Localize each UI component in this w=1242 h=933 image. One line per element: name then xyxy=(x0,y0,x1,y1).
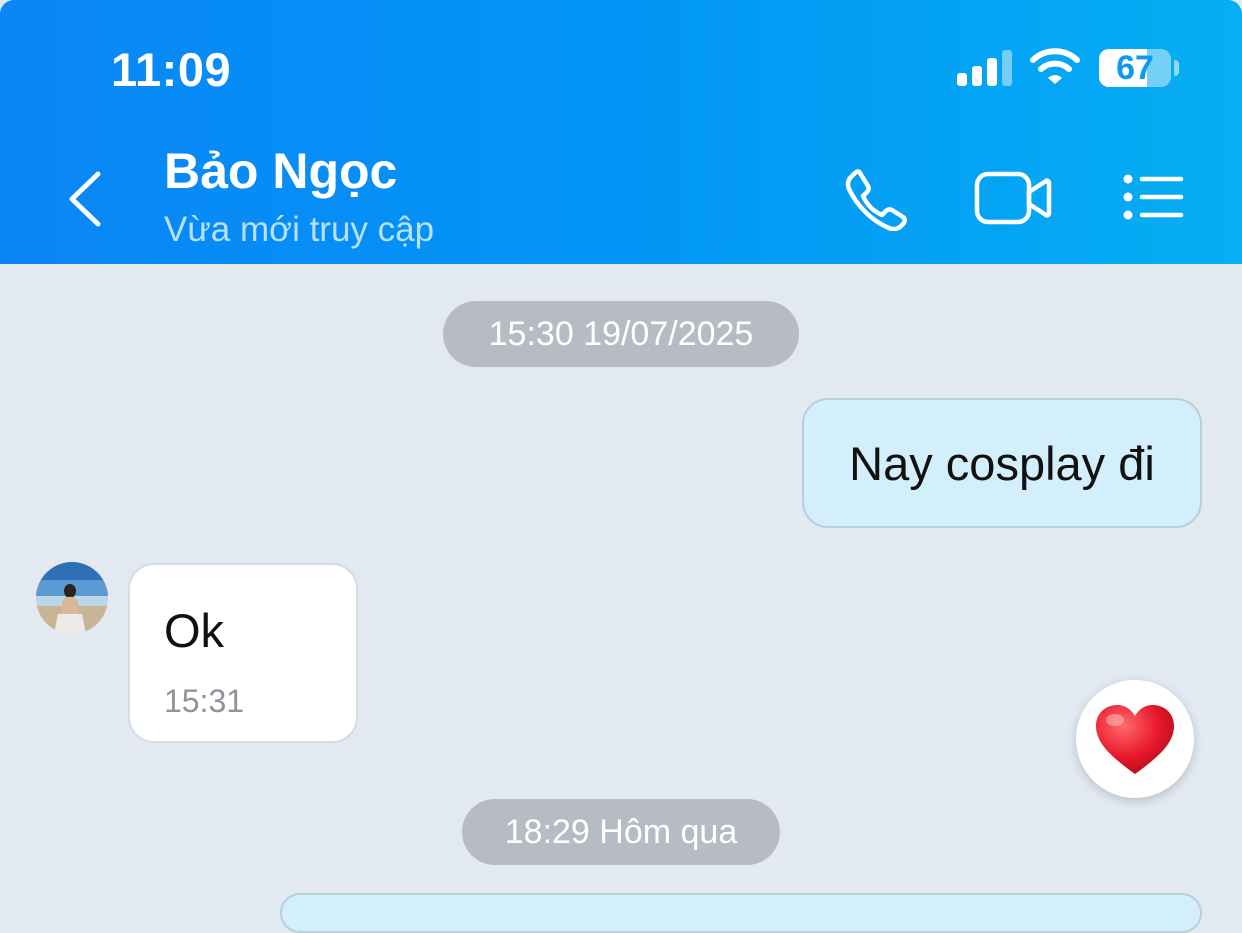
video-camera-icon[interactable] xyxy=(974,170,1052,226)
heart-icon xyxy=(1096,705,1174,774)
status-time: 11:09 xyxy=(111,43,232,96)
contact-name[interactable]: Bảo Ngọc xyxy=(164,142,397,200)
contact-status: Vừa mới truy cập xyxy=(164,210,435,249)
battery-icon: 67 xyxy=(1099,49,1171,87)
signal-bar xyxy=(987,58,997,86)
message-timestamp: 15:31 xyxy=(164,683,245,719)
message-text: Ok xyxy=(164,604,225,657)
battery-percent: 67 xyxy=(1116,49,1154,87)
chat-header: 11:09 67 Bảo Ngọc Vừa mới truy cập xyxy=(0,0,1242,264)
signal-bar xyxy=(972,66,982,86)
avatar-image xyxy=(36,562,108,634)
incoming-message-bubble[interactable]: Ok 15:31 xyxy=(128,563,358,743)
reaction-button[interactable] xyxy=(1076,680,1194,798)
list-menu-icon[interactable] xyxy=(1118,172,1184,222)
avatar[interactable] xyxy=(36,562,108,634)
outgoing-message-bubble[interactable]: Nay cosplay đi xyxy=(802,398,1202,528)
battery-cap xyxy=(1174,60,1179,76)
phone-icon[interactable] xyxy=(842,167,908,231)
wifi-icon xyxy=(1030,48,1080,84)
outgoing-message-bubble-partial[interactable] xyxy=(280,893,1202,933)
chevron-left-icon[interactable] xyxy=(62,170,106,228)
signal-bar xyxy=(1002,50,1012,86)
signal-strength-icon xyxy=(957,50,1013,86)
signal-bar xyxy=(957,73,967,86)
time-separator: 18:29 Hôm qua xyxy=(462,799,780,865)
time-separator: 15:30 19/07/2025 xyxy=(443,301,799,367)
